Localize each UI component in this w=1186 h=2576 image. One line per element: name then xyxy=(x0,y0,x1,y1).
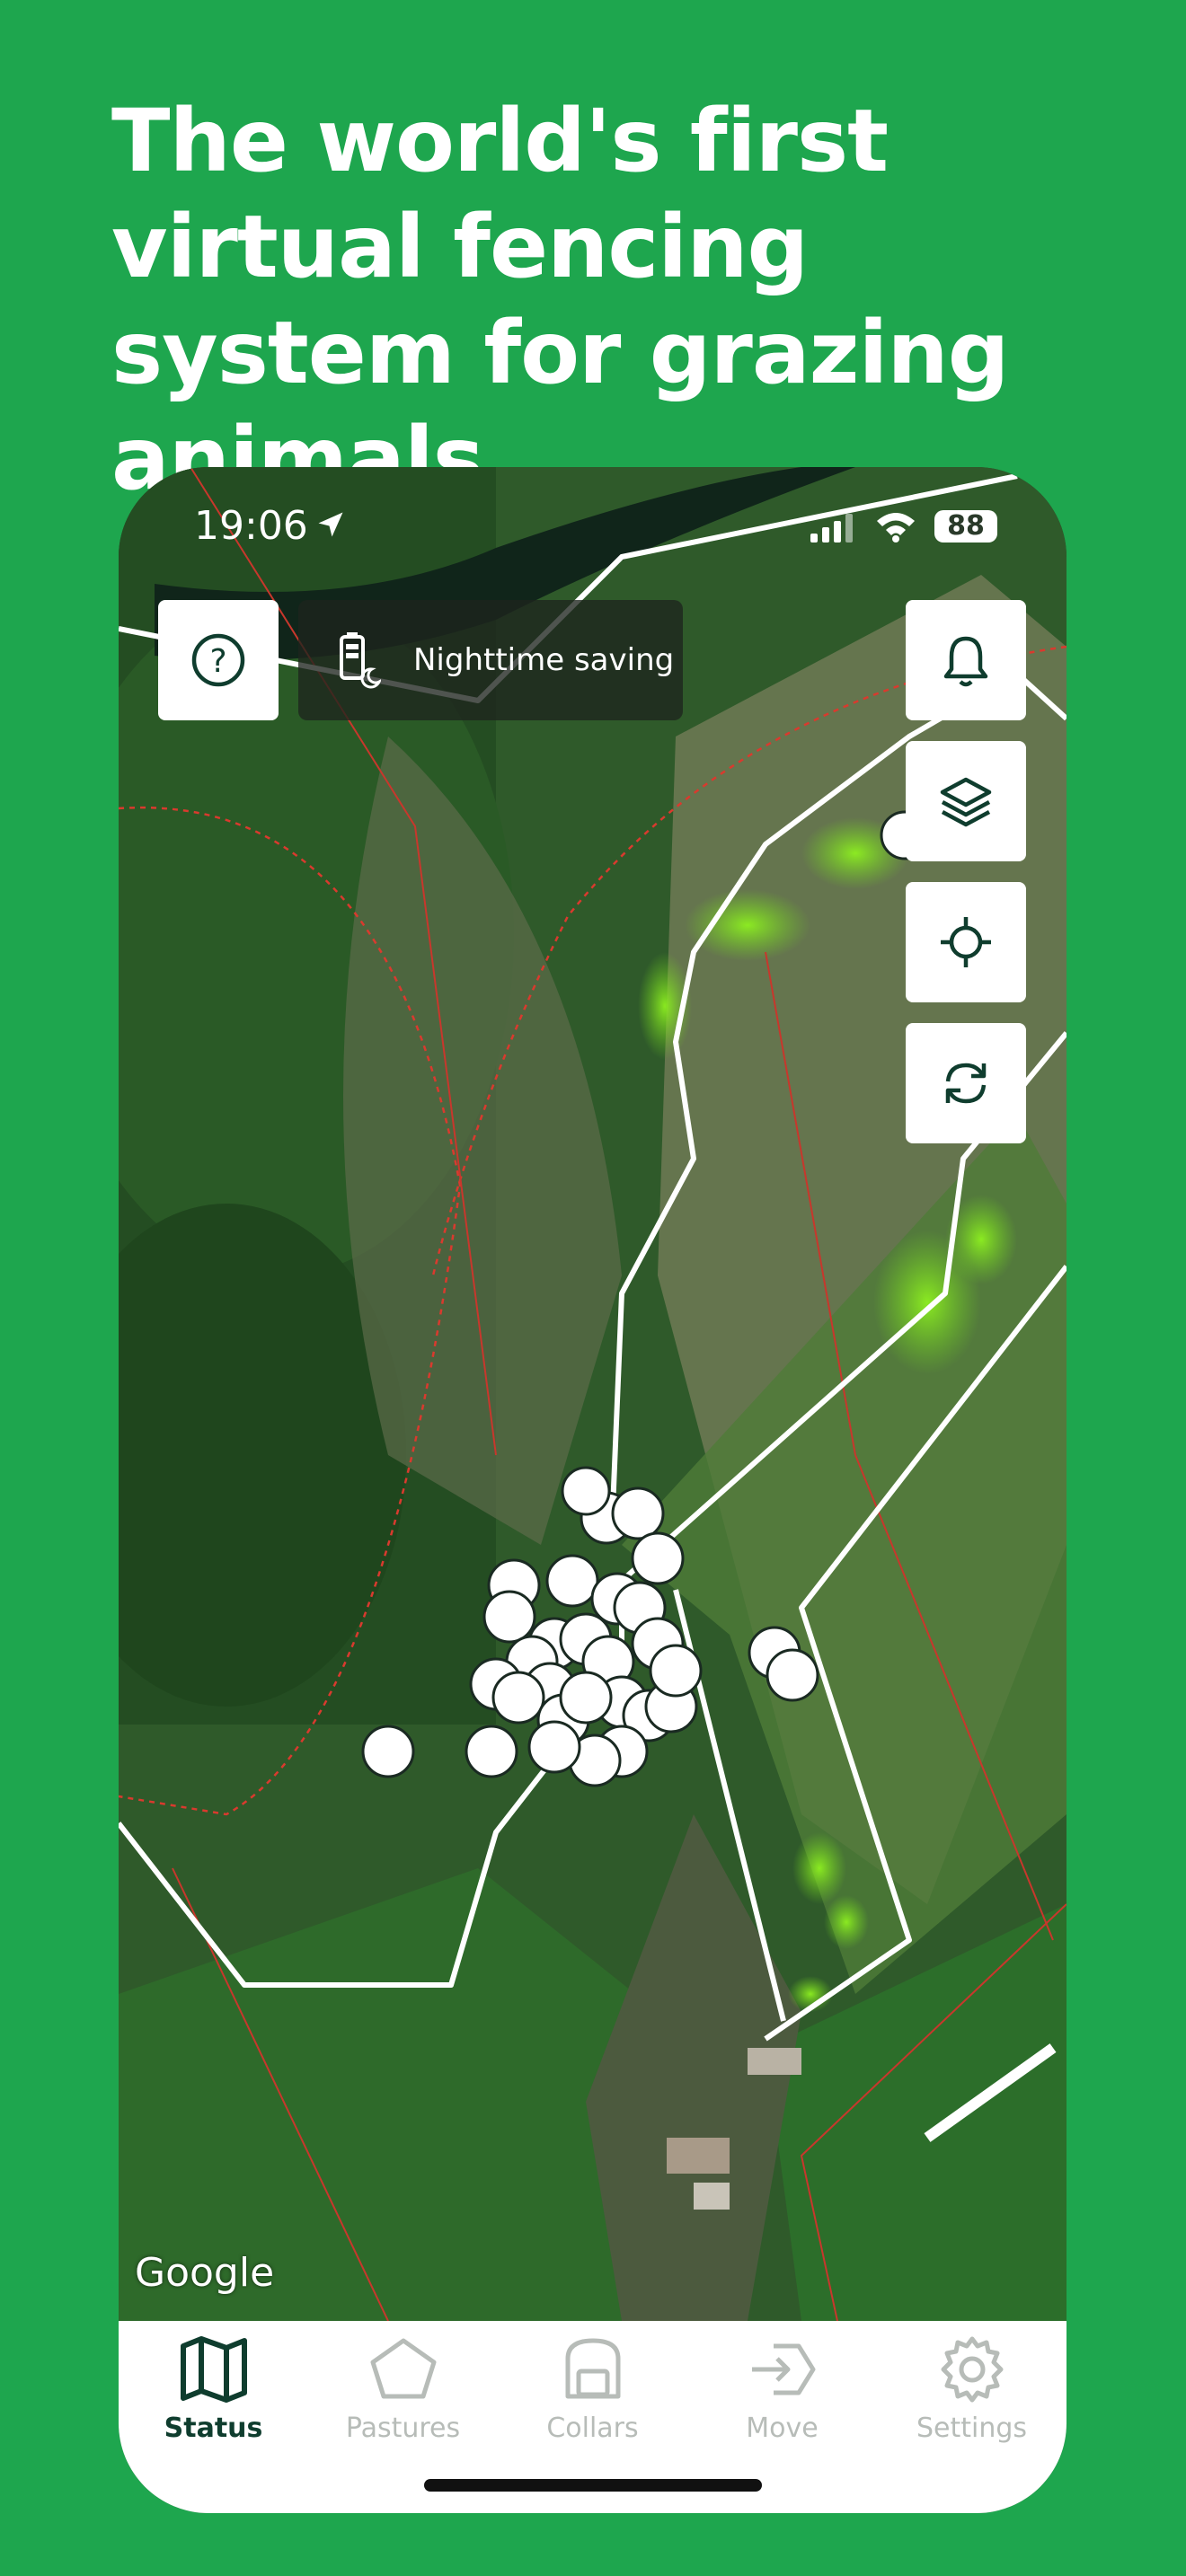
tab-collars-label: Collars xyxy=(546,2413,639,2444)
tab-collars[interactable]: Collars xyxy=(498,2335,687,2461)
bell-icon xyxy=(943,636,988,687)
home-indicator[interactable] xyxy=(424,2479,762,2492)
clock: 19:06 xyxy=(194,503,308,549)
layers-button[interactable] xyxy=(906,741,1026,861)
tab-status-label: Status xyxy=(164,2413,263,2444)
signal-icon xyxy=(810,514,853,543)
refresh-button[interactable] xyxy=(906,1023,1026,1143)
collar-icon xyxy=(565,2338,620,2399)
pentagon-icon xyxy=(370,2338,436,2399)
headline: The world's first virtual fencing system… xyxy=(111,91,1009,509)
locate-button[interactable] xyxy=(906,882,1026,1002)
google-attribution: Google xyxy=(135,2250,275,2296)
nighttime-saving-badge[interactable]: Nighttime saving xyxy=(298,600,683,720)
help-label: ? xyxy=(209,643,226,680)
location-arrow-icon xyxy=(318,512,343,537)
phone-screen: 19:06 88 ? Nighttime saving Google Statu… xyxy=(119,467,1067,2513)
tab-move[interactable]: Move xyxy=(687,2335,877,2461)
refresh-icon xyxy=(945,1063,987,1104)
map-icon xyxy=(180,2336,247,2403)
tab-move-label: Move xyxy=(746,2413,819,2444)
tab-settings-label: Settings xyxy=(916,2413,1028,2444)
tab-bar: Status Pastures Collars Move Settings xyxy=(119,2321,1067,2513)
status-bar: 19:06 88 xyxy=(119,467,1067,593)
nighttime-saving-label: Nighttime saving xyxy=(413,642,675,678)
locate-icon xyxy=(941,917,991,967)
night-battery-icon xyxy=(340,632,381,689)
help-icon: ? xyxy=(191,633,245,687)
notifications-button[interactable] xyxy=(906,600,1026,720)
tab-status[interactable]: Status xyxy=(119,2335,308,2461)
layers-icon xyxy=(940,777,992,827)
battery-indicator: 88 xyxy=(934,510,997,543)
gear-icon xyxy=(941,2336,1003,2403)
move-icon xyxy=(751,2343,815,2395)
wifi-icon xyxy=(877,513,915,543)
tab-pastures-label: Pastures xyxy=(345,2413,461,2444)
tab-settings[interactable]: Settings xyxy=(877,2335,1067,2461)
help-button[interactable]: ? xyxy=(158,600,279,720)
tab-pastures[interactable]: Pastures xyxy=(308,2335,498,2461)
